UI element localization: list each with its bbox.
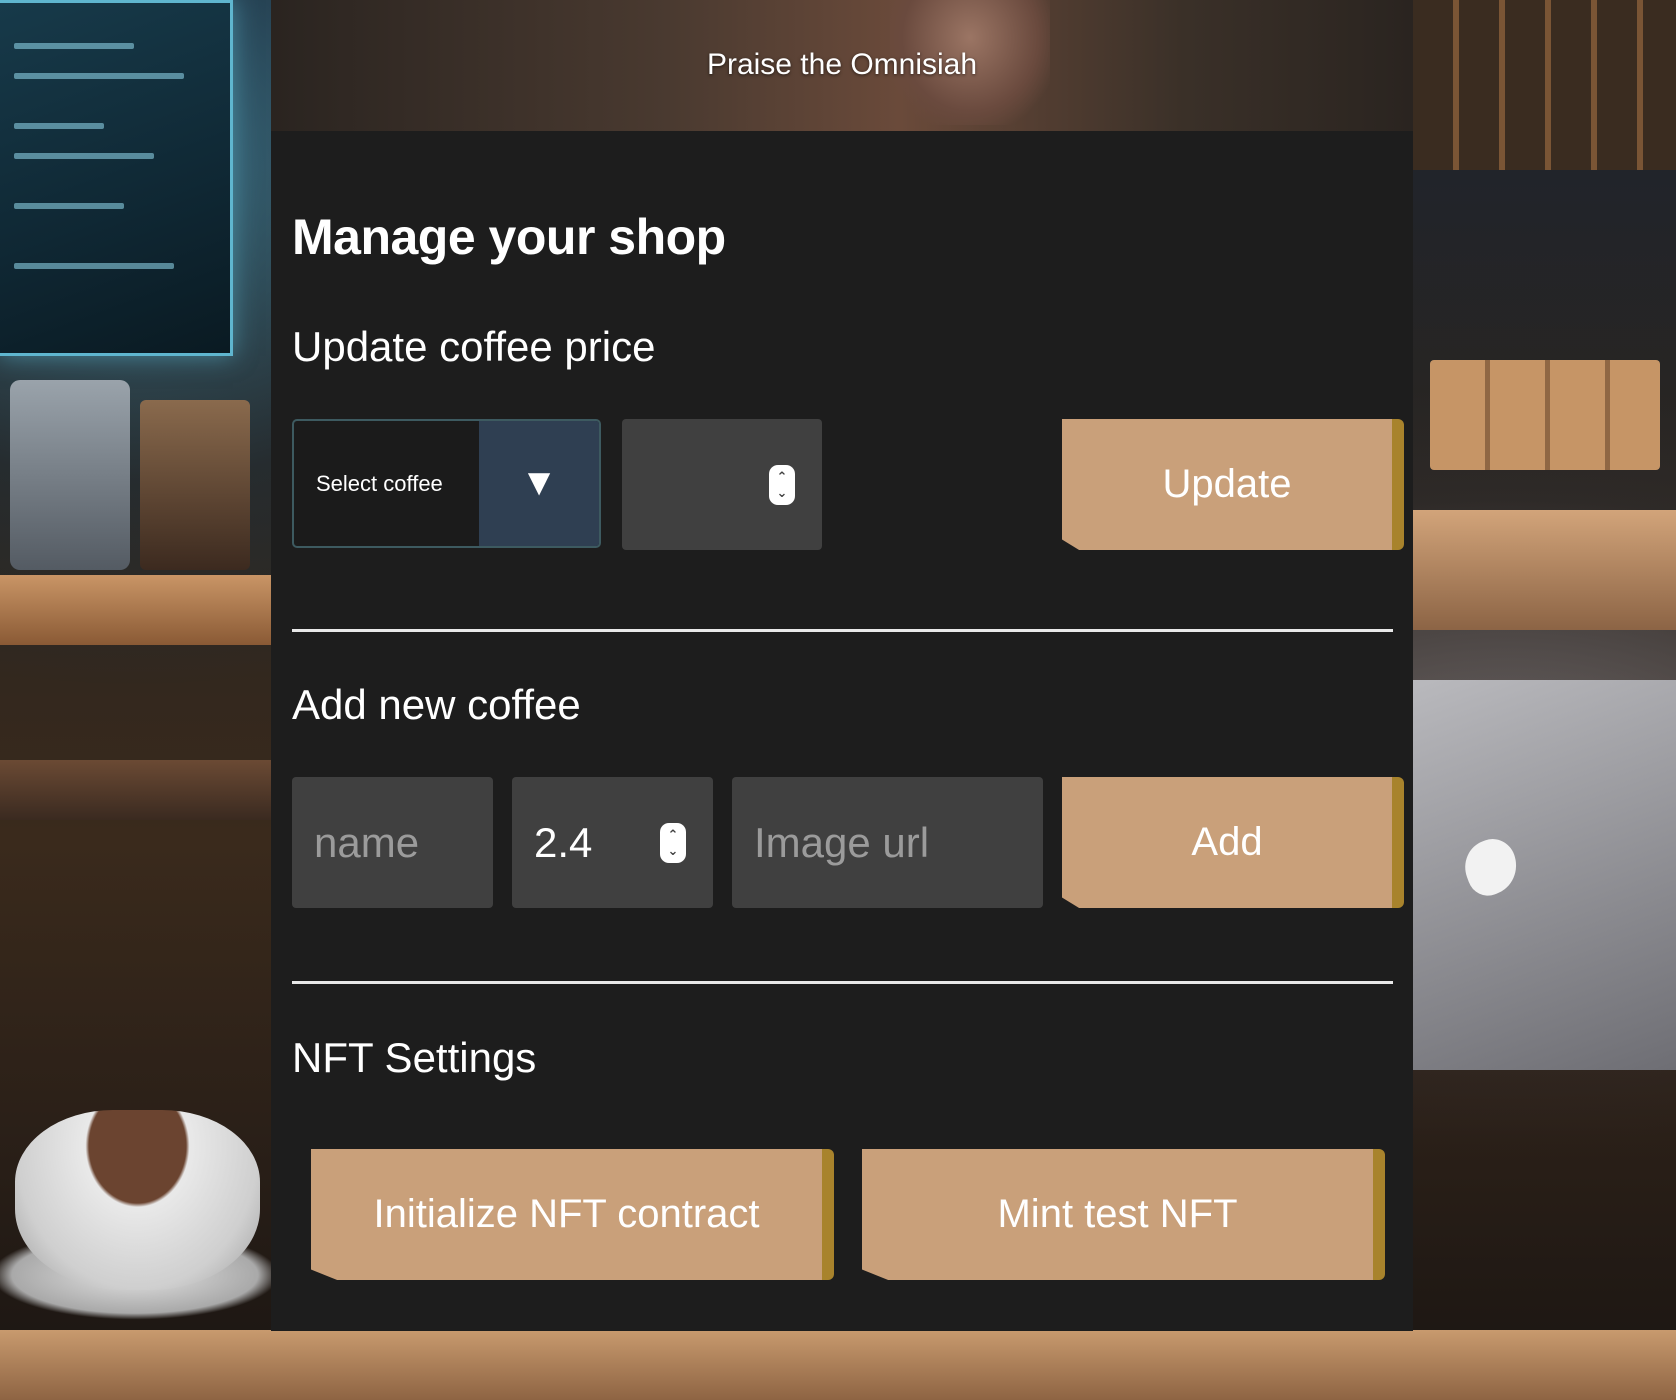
background-boxes — [1430, 360, 1660, 470]
background-coffee-cup — [15, 1110, 260, 1290]
section-divider — [292, 629, 1393, 632]
background-desk — [1413, 510, 1676, 630]
manage-shop-panel: Manage your shop Update coffee price Sel… — [271, 131, 1413, 1331]
add-coffee-heading: Add new coffee — [292, 681, 581, 728]
coffee-price-value: 2.4 — [534, 818, 593, 866]
mint-nft-button[interactable]: Mint test NFT — [862, 1149, 1385, 1280]
site-header: Praise the Omnisiah — [271, 0, 1413, 131]
up-down-stepper-icon[interactable]: ⌃ ⌄ — [769, 464, 795, 505]
page-title: Manage your shop — [292, 209, 726, 265]
background-coffee-machine — [10, 380, 130, 570]
update-price-heading: Update coffee price — [292, 323, 656, 370]
update-button-label: Update — [1162, 462, 1292, 506]
update-price-input[interactable]: ⌃ ⌄ — [622, 419, 822, 550]
update-button[interactable]: Update — [1062, 419, 1404, 550]
nft-settings-heading: NFT Settings — [292, 1034, 537, 1081]
add-button-label: Add — [1191, 820, 1263, 864]
background-table — [0, 1330, 1676, 1400]
coffee-select[interactable]: Select coffee ▼ — [292, 419, 601, 548]
initialize-nft-button-label: Initialize NFT contract — [373, 1192, 760, 1236]
mint-nft-button-label: Mint test NFT — [997, 1192, 1238, 1236]
add-coffee-button[interactable]: Add — [1062, 777, 1404, 908]
image-url-input[interactable] — [732, 777, 1043, 908]
up-down-stepper-icon[interactable]: ⌃ ⌄ — [660, 822, 686, 863]
background-shelf — [0, 575, 271, 645]
background-laptop — [1413, 680, 1676, 1070]
triangle-down-icon: ▼ — [479, 421, 599, 546]
background-monitor — [0, 0, 233, 356]
background-grinder — [140, 400, 250, 570]
coffee-select-label: Select coffee — [316, 470, 443, 496]
site-title: Praise the Omnisiah — [706, 47, 978, 81]
section-divider — [292, 981, 1393, 984]
coffee-price-input[interactable]: 2.4 ⌃ ⌄ — [512, 777, 713, 908]
coffee-name-input[interactable] — [292, 777, 493, 908]
background-bookshelf — [1413, 0, 1676, 170]
initialize-nft-button[interactable]: Initialize NFT contract — [311, 1149, 834, 1280]
background-shelf-lower — [0, 760, 271, 820]
